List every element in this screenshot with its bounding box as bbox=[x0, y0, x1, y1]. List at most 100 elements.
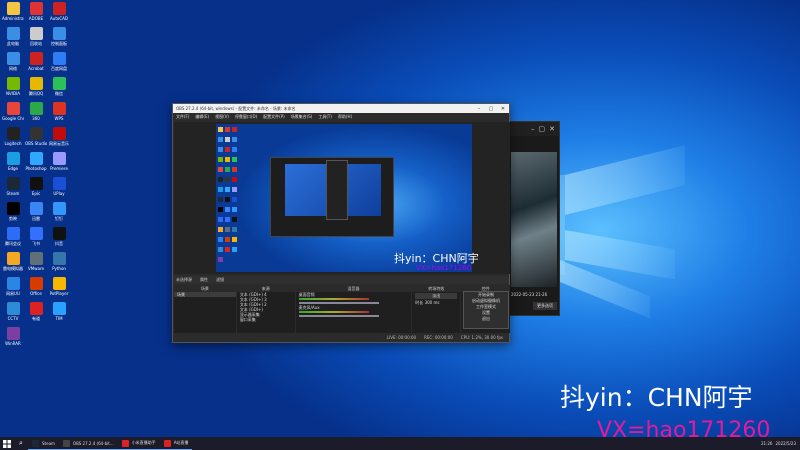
desktop-icon[interactable]: 网易UU bbox=[2, 277, 24, 301]
app-icon bbox=[52, 152, 66, 165]
desktop-icon[interactable]: Google Chrome bbox=[2, 102, 24, 126]
minimize-icon[interactable]: – bbox=[531, 125, 535, 133]
desktop-icon-label: UPlay bbox=[53, 191, 65, 196]
close-icon[interactable]: ✕ bbox=[549, 125, 555, 133]
obs-window[interactable]: OBS 27.2.4 (64-bit, windows) - 配置文件: 未命名… bbox=[172, 103, 511, 343]
maximize-icon[interactable]: ▢ bbox=[485, 106, 497, 112]
menu-item[interactable]: 场景集合(S) bbox=[291, 114, 313, 120]
controls-menu-item[interactable]: 退出 bbox=[464, 316, 508, 322]
scene-item[interactable]: 场景 bbox=[174, 292, 236, 297]
desktop-icon[interactable]: 微信 bbox=[48, 77, 70, 101]
search-icon[interactable]: ⌕ bbox=[14, 437, 28, 450]
desktop-icon-label: 网易UU bbox=[6, 291, 20, 296]
app-icon bbox=[29, 202, 43, 215]
volume-meter bbox=[298, 298, 369, 300]
desktop-icon[interactable]: 迅雷 bbox=[25, 202, 47, 226]
desktop-icon[interactable]: 剪映 bbox=[2, 202, 24, 226]
taskbar-item[interactable]: 小米直播助手 bbox=[117, 437, 160, 450]
desktop-icon[interactable]: TIM bbox=[48, 302, 70, 326]
duration-field[interactable]: 时长 300 ms bbox=[412, 300, 460, 305]
preview-mini-icon bbox=[225, 137, 230, 142]
desktop-icon[interactable]: 控制面板 bbox=[48, 27, 70, 51]
transition-select[interactable]: 淡出 bbox=[415, 293, 458, 299]
preview-mini-icon bbox=[218, 167, 223, 172]
preview-mini-icon bbox=[218, 217, 223, 222]
desktop-icon[interactable]: VMware bbox=[25, 252, 47, 276]
desktop-icon[interactable]: Edge bbox=[2, 152, 24, 176]
volume-slider[interactable] bbox=[298, 302, 379, 304]
menu-item[interactable]: 配置文件(P) bbox=[263, 114, 285, 120]
desktop-icon-label: 剪映 bbox=[9, 216, 17, 221]
desktop-icon[interactable]: 雷电模拟器 bbox=[2, 252, 24, 276]
desktop-icon[interactable]: Steam bbox=[2, 177, 24, 201]
desktop-icon[interactable]: 360 bbox=[25, 102, 47, 126]
properties-button[interactable]: 属性 bbox=[200, 277, 208, 283]
desktop-icon[interactable]: Logitech bbox=[2, 127, 24, 151]
desktop-icon[interactable]: 网易云音乐 bbox=[48, 127, 70, 151]
background-window-titlebar[interactable]: – ▢ ✕ bbox=[507, 122, 559, 136]
source-item[interactable]: 窗口采集 bbox=[237, 317, 295, 322]
desktop-icon[interactable]: 百度网盘 bbox=[48, 52, 70, 76]
taskbar-item[interactable]: A站直播 bbox=[159, 437, 193, 450]
background-window[interactable]: – ▢ ✕ 2022-05-23 21-26 更多选项 bbox=[506, 121, 560, 316]
desktop-icon[interactable]: 此电脑 bbox=[2, 27, 24, 51]
menu-item[interactable]: 帮助(H) bbox=[338, 114, 352, 120]
preview-mini-icon bbox=[232, 227, 237, 232]
desktop-icon[interactable]: Administrator bbox=[2, 2, 24, 26]
desktop-icon[interactable]: 抖音 bbox=[48, 227, 70, 251]
sources-dock: 来源 文本 (GDI+) 4 文本 (GDI+) 3 文本 (GDI+) 2 文本 (… bbox=[236, 285, 295, 333]
desktop-icon-label: Google Chrome bbox=[2, 116, 24, 121]
menu-item[interactable]: 视图(V) bbox=[215, 114, 229, 120]
desktop-icon[interactable]: Office bbox=[25, 277, 47, 301]
preview-mini-icon bbox=[232, 237, 237, 242]
desktop-icon[interactable]: Python bbox=[48, 252, 70, 276]
desktop-icon[interactable]: WPS bbox=[48, 102, 70, 126]
desktop-icon[interactable]: CCTV bbox=[2, 302, 24, 326]
desktop-icon[interactable]: Premiere bbox=[48, 152, 70, 176]
desktop-icon[interactable]: 钉钉 bbox=[48, 202, 70, 226]
desktop-icon[interactable]: 飞书 bbox=[25, 227, 47, 251]
minimize-icon[interactable]: – bbox=[473, 106, 485, 112]
menu-item[interactable]: 文件(F) bbox=[176, 114, 189, 120]
desktop-icon[interactable]: 回收站 bbox=[25, 27, 47, 51]
preview-mini-icon bbox=[225, 227, 230, 232]
desktop-icon[interactable]: AutoCAD bbox=[48, 2, 70, 26]
volume-slider[interactable] bbox=[298, 315, 379, 317]
preview-mini-icon bbox=[232, 197, 237, 202]
watermark-text: 抖yin：CHN阿宇 bbox=[560, 383, 753, 412]
taskbar-item[interactable]: OBS 27.2.4 (64-bit... bbox=[58, 437, 118, 450]
close-icon[interactable]: ✕ bbox=[497, 106, 509, 112]
app-icon bbox=[6, 252, 20, 265]
restore-icon[interactable]: ▢ bbox=[539, 125, 546, 133]
start-button[interactable] bbox=[0, 437, 14, 450]
desktop-icon[interactable]: PotPlayer bbox=[48, 277, 70, 301]
scenes-dock-title: 场景 bbox=[174, 285, 236, 292]
desktop-icon[interactable]: NVIDIA bbox=[2, 77, 24, 101]
desktop-icon[interactable]: 腾讯QQ bbox=[25, 77, 47, 101]
desktop-icon[interactable]: 腾讯会议 bbox=[2, 227, 24, 251]
menu-item[interactable]: 工具(T) bbox=[318, 114, 332, 120]
desktop-icon[interactable]: Photoshop bbox=[25, 152, 47, 176]
taskbar-item[interactable]: Steam bbox=[28, 437, 59, 450]
desktop-icon[interactable]: OBS Studio bbox=[25, 127, 47, 151]
desktop-icon[interactable]: 有道 bbox=[25, 302, 47, 326]
app-icon bbox=[29, 52, 43, 65]
desktop-icon[interactable]: Acrobat bbox=[25, 52, 47, 76]
desktop-icon-label: 雷电模拟器 bbox=[3, 266, 23, 271]
desktop-icon-label: PotPlayer bbox=[49, 291, 69, 296]
desktop-icon[interactable]: ADOBE bbox=[25, 2, 47, 26]
desktop-icon[interactable]: UPlay bbox=[48, 177, 70, 201]
filters-button[interactable]: 滤镜 bbox=[216, 277, 224, 283]
desktop-icon-label: Steam bbox=[6, 191, 20, 196]
obs-preview[interactable]: 抖yin：CHN阿宇 VX=hao171260 bbox=[174, 122, 510, 274]
more-options-button[interactable]: 更多选项 bbox=[533, 302, 557, 310]
desktop-icon[interactable]: WinRAR bbox=[2, 327, 24, 351]
menu-item[interactable]: 编辑(E) bbox=[195, 114, 209, 120]
desktop-icon[interactable]: 网络 bbox=[2, 52, 24, 76]
menu-item[interactable]: 停靠窗口(D) bbox=[235, 114, 257, 120]
preview-mini-icon bbox=[218, 247, 223, 252]
preview-mini-icon bbox=[232, 217, 237, 222]
app-icon bbox=[52, 27, 66, 40]
desktop-icon[interactable]: Epic bbox=[25, 177, 47, 201]
obs-titlebar[interactable]: OBS 27.2.4 (64-bit, windows) - 配置文件: 未命名… bbox=[173, 104, 509, 113]
